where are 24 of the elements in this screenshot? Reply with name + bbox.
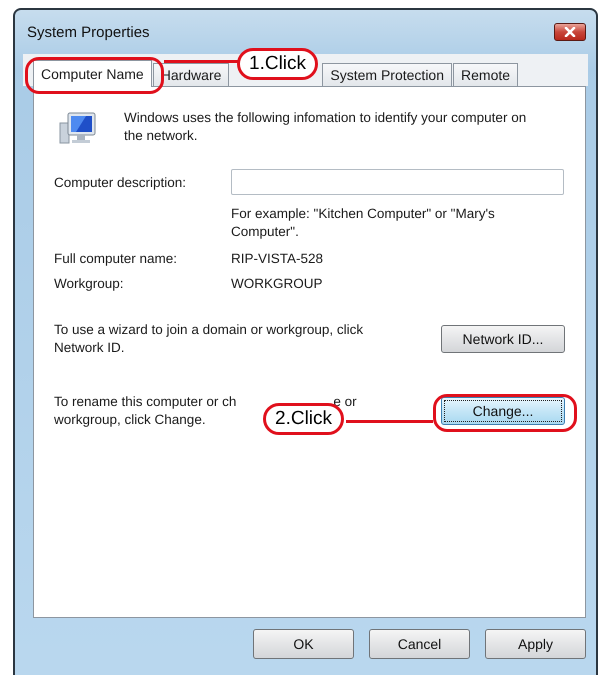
instruction-text: To use a wizard to join a domain or workgroup, click Network ID. bbox=[54, 321, 364, 357]
tab[interactable]: System Protection bbox=[322, 63, 452, 86]
window-title: System Properties bbox=[27, 24, 150, 40]
info-value: RIP-VISTA-528 bbox=[231, 251, 324, 266]
instruction-text: To rename this computer or ch bbox=[54, 393, 236, 411]
field-label: Computer description: bbox=[54, 174, 188, 190]
action-button[interactable]: Change... bbox=[441, 397, 565, 425]
dialog-button[interactable]: OK bbox=[253, 629, 354, 659]
description-field[interactable] bbox=[231, 169, 564, 195]
close-button[interactable] bbox=[554, 23, 586, 41]
computer-icon bbox=[58, 111, 98, 145]
info-value: WORKGROUP bbox=[231, 276, 324, 291]
action-button[interactable]: Network ID... bbox=[441, 325, 565, 353]
intro-text: Windows uses the following infomation to identify your computer on the network. bbox=[124, 109, 528, 145]
close-icon bbox=[563, 27, 577, 37]
callout-bubble: 1.Click bbox=[237, 48, 318, 80]
dialog-button[interactable]: Apply bbox=[485, 629, 586, 659]
hint-text: For example: "Kitchen Computer" or "Mary's Computer". bbox=[231, 205, 496, 241]
tab[interactable]: Remote bbox=[453, 63, 518, 86]
info-label: Workgroup: bbox=[54, 276, 125, 291]
dialog-button[interactable]: Cancel bbox=[369, 629, 470, 659]
info-label: Full computer name: bbox=[54, 251, 178, 266]
instruction-text: workgroup, click Change. bbox=[54, 411, 206, 429]
tab[interactable]: Computer Name bbox=[33, 60, 152, 87]
